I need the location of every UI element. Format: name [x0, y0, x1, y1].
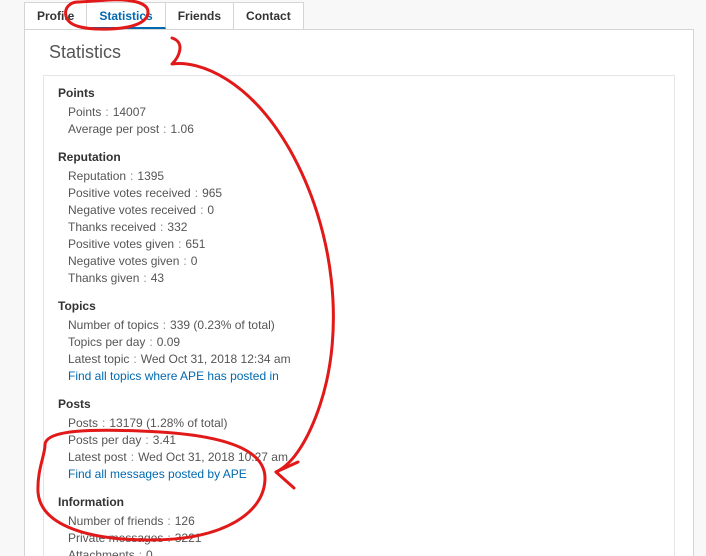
- stat-attachments: Attachments:0: [68, 547, 660, 556]
- link-find-topics-row: Find all topics where APE has posted in: [68, 368, 660, 385]
- stat-latest-post: Latest post:Wed Oct 31, 2018 10:27 am: [68, 449, 660, 466]
- stat-value: 1395: [137, 169, 164, 183]
- tab-statistics[interactable]: Statistics: [87, 2, 165, 29]
- tab-friends[interactable]: Friends: [166, 2, 234, 29]
- stat-value: 339 (0.23% of total): [170, 318, 275, 332]
- stat-label: Attachments: [68, 548, 135, 556]
- stat-post-count: Posts:13179 (1.28% of total): [68, 415, 660, 432]
- stat-latest-topic: Latest topic:Wed Oct 31, 2018 12:34 am: [68, 351, 660, 368]
- tab-bar: Profile Statistics Friends Contact: [24, 2, 704, 29]
- statistics-panel: Statistics Points Points:14007 Average p…: [24, 29, 694, 556]
- stat-label: Private messages: [68, 531, 163, 545]
- tab-label: Statistics: [99, 9, 152, 23]
- stat-label: Positive votes given: [68, 237, 174, 251]
- link-find-all-topics[interactable]: Find all topics where APE has posted in: [68, 369, 279, 383]
- stat-avg-per-post: Average per post:1.06: [68, 121, 660, 138]
- page-title: Statistics: [49, 42, 675, 63]
- stat-value: 965: [202, 186, 222, 200]
- stat-label: Negative votes given: [68, 254, 179, 268]
- stat-label: Average per post: [68, 122, 159, 136]
- stat-label: Posts: [68, 416, 98, 430]
- stat-reputation: Reputation:1395: [68, 168, 660, 185]
- stat-neg-votes-received: Negative votes received:0: [68, 202, 660, 219]
- stat-value: 0.09: [157, 335, 180, 349]
- stat-value: 332: [167, 220, 187, 234]
- stat-value: 3.41: [153, 433, 176, 447]
- stat-value: 13179 (1.28% of total): [109, 416, 227, 430]
- stat-posts-per-day: Posts per day:3.41: [68, 432, 660, 449]
- stat-label: Latest topic: [68, 352, 129, 366]
- stat-value: 651: [185, 237, 205, 251]
- stat-label: Number of friends: [68, 514, 163, 528]
- stat-topics-per-day: Topics per day:0.09: [68, 334, 660, 351]
- link-find-all-messages[interactable]: Find all messages posted by APE: [68, 467, 247, 481]
- stat-value: 14007: [113, 105, 146, 119]
- tab-contact[interactable]: Contact: [234, 2, 304, 29]
- stat-label: Negative votes received: [68, 203, 196, 217]
- stat-pos-votes-received: Positive votes received:965: [68, 185, 660, 202]
- statistics-body: Points Points:14007 Average per post:1.0…: [43, 75, 675, 556]
- stat-value: 126: [175, 514, 195, 528]
- tab-label: Profile: [37, 9, 74, 23]
- stat-thanks-given: Thanks given:43: [68, 270, 660, 287]
- section-information-title: Information: [58, 495, 660, 509]
- stat-points: Points:14007: [68, 104, 660, 121]
- stat-label: Positive votes received: [68, 186, 191, 200]
- stat-thanks-received: Thanks received:332: [68, 219, 660, 236]
- stat-value: 0: [146, 548, 153, 556]
- section-posts-title: Posts: [58, 397, 660, 411]
- link-number-of-topics[interactable]: Number of topics: [68, 318, 159, 332]
- stat-topic-count: Number of topics:339 (0.23% of total): [68, 317, 660, 334]
- section-reputation-title: Reputation: [58, 150, 660, 164]
- stat-neg-votes-given: Negative votes given:0: [68, 253, 660, 270]
- stat-label: Points: [68, 105, 101, 119]
- stat-label: Reputation: [68, 169, 126, 183]
- stat-value: 0: [207, 203, 214, 217]
- tab-label: Contact: [246, 9, 291, 23]
- stat-value: 1.06: [171, 122, 194, 136]
- stat-value: Wed Oct 31, 2018 12:34 am: [141, 352, 291, 366]
- stat-label: Thanks received: [68, 220, 156, 234]
- link-find-posts-row: Find all messages posted by APE: [68, 466, 660, 483]
- tab-label: Friends: [178, 9, 221, 23]
- stat-value: 43: [151, 271, 164, 285]
- stat-label: Topics per day: [68, 335, 145, 349]
- stat-label: Latest post: [68, 450, 127, 464]
- stat-value: 0: [191, 254, 198, 268]
- stat-value: 3221: [175, 531, 202, 545]
- section-points-title: Points: [58, 86, 660, 100]
- tab-profile[interactable]: Profile: [24, 2, 87, 29]
- stat-value: Wed Oct 31, 2018 10:27 am: [138, 450, 288, 464]
- stat-friend-count: Number of friends:126: [68, 513, 660, 530]
- section-topics-title: Topics: [58, 299, 660, 313]
- stat-private-messages: Private messages:3221: [68, 530, 660, 547]
- stat-pos-votes-given: Positive votes given:651: [68, 236, 660, 253]
- stat-label: Posts per day: [68, 433, 141, 447]
- stat-label: Thanks given: [68, 271, 139, 285]
